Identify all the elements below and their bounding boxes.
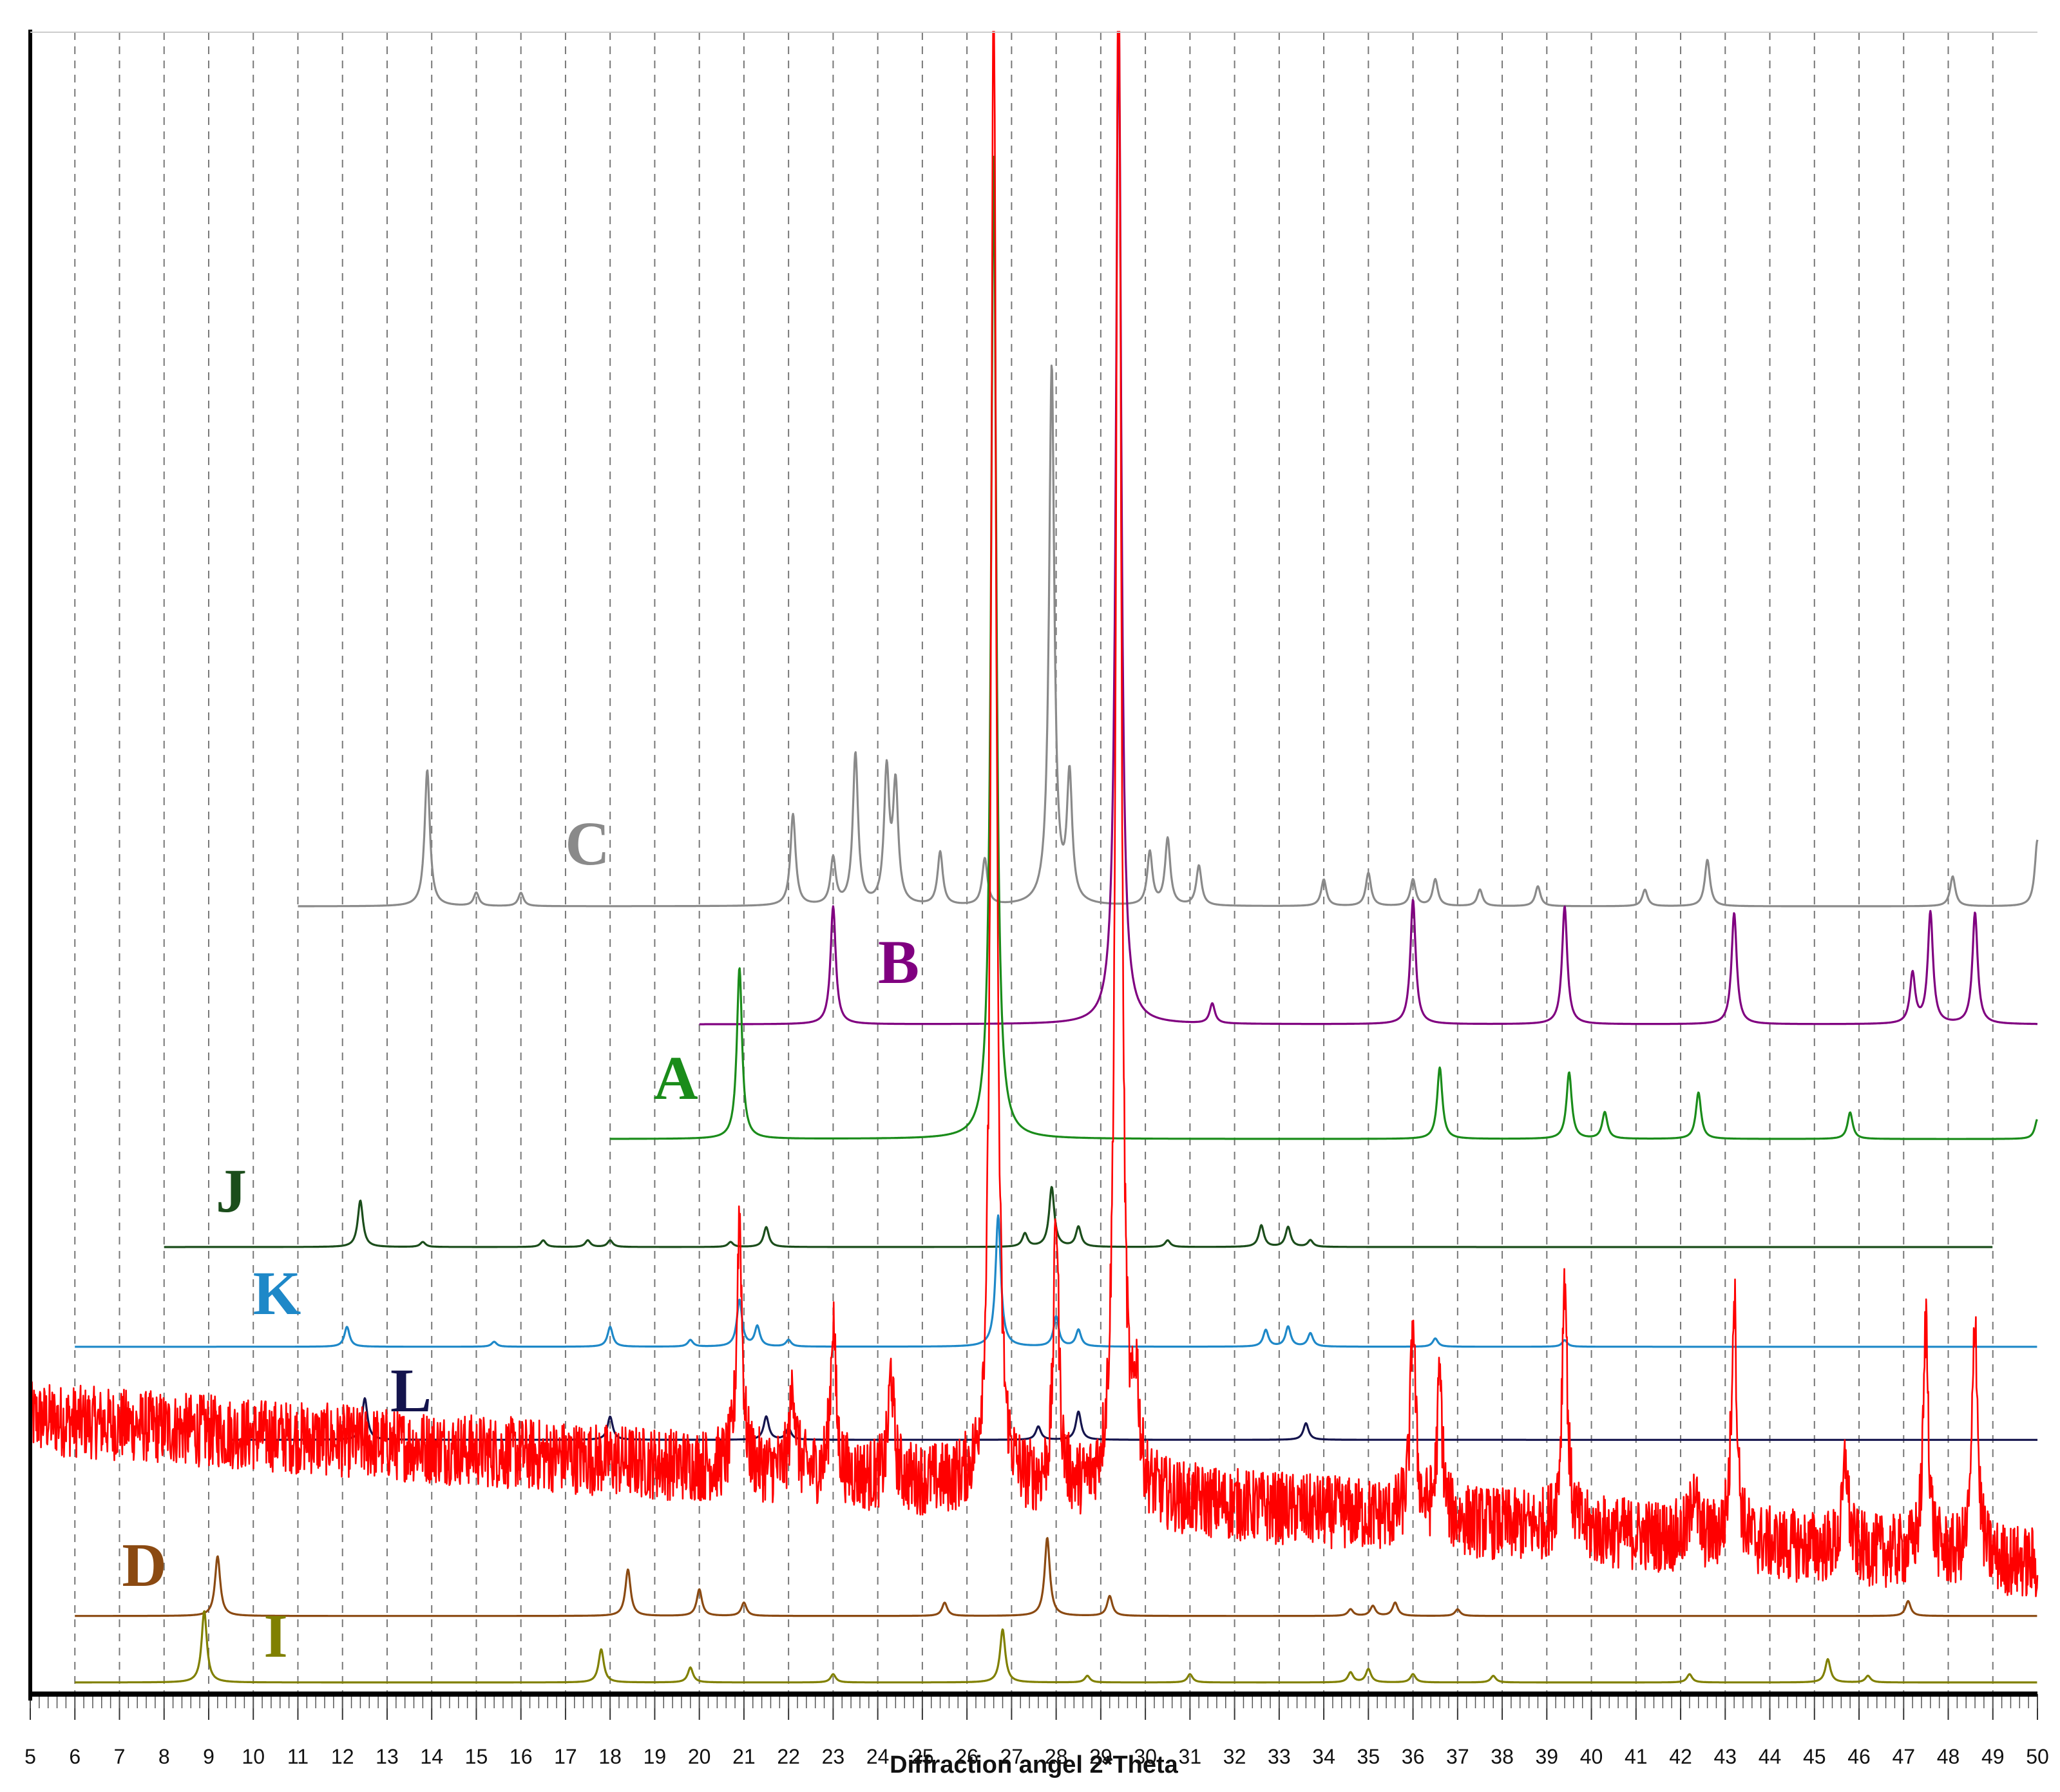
x-tick-label: 40 xyxy=(1580,1745,1603,1768)
x-tick-label: 21 xyxy=(732,1745,756,1768)
x-tick-label: 39 xyxy=(1536,1745,1559,1768)
series-label-a: A xyxy=(653,1044,698,1112)
x-tick-label: 46 xyxy=(1847,1745,1871,1768)
x-tick-label: 48 xyxy=(1937,1745,1960,1768)
x-tick-label: 6 xyxy=(69,1745,81,1768)
x-tick-label: 41 xyxy=(1625,1745,1648,1768)
series-label-c: C xyxy=(565,809,609,878)
x-tick-label: 42 xyxy=(1669,1745,1692,1768)
x-tick-label: 14 xyxy=(420,1745,443,1768)
x-axis-title: Diffraction angel 2*Theta xyxy=(890,1751,1178,1778)
series-group xyxy=(30,31,2039,1684)
x-tick-label: 43 xyxy=(1713,1745,1737,1768)
series-label-l: L xyxy=(390,1356,432,1425)
x-tick-label: 8 xyxy=(158,1745,170,1768)
x-tick-label: 38 xyxy=(1491,1745,1514,1768)
series-line-sample xyxy=(30,31,2039,1597)
x-tick-label: 13 xyxy=(376,1745,399,1768)
x-tick-label: 9 xyxy=(203,1745,215,1768)
series-label-i: I xyxy=(263,1601,287,1670)
x-tick-label: 50 xyxy=(2026,1745,2049,1768)
series-label-d: D xyxy=(122,1530,166,1599)
x-tick-label: 47 xyxy=(1892,1745,1915,1768)
x-tick-label: 20 xyxy=(688,1745,711,1768)
x-tick-label: 34 xyxy=(1312,1745,1335,1768)
x-tick-label: 17 xyxy=(554,1745,577,1768)
x-tick-label: 49 xyxy=(1981,1745,2005,1768)
x-tick-label: 36 xyxy=(1402,1745,1425,1768)
x-tick-label: 7 xyxy=(114,1745,126,1768)
x-tick-label: 12 xyxy=(331,1745,354,1768)
x-tick-label: 33 xyxy=(1268,1745,1291,1768)
x-tick-label: 5 xyxy=(24,1745,36,1768)
x-tick-label: 44 xyxy=(1759,1745,1782,1768)
series-line-c xyxy=(297,365,2039,908)
series-label-k: K xyxy=(253,1259,301,1328)
x-tick-label: 24 xyxy=(866,1745,890,1768)
x-tick-label: 45 xyxy=(1803,1745,1826,1768)
x-tick-label: 16 xyxy=(510,1745,533,1768)
series-label-j: J xyxy=(216,1156,247,1225)
x-tick-label: 22 xyxy=(777,1745,800,1768)
x-tick-label: 18 xyxy=(598,1745,622,1768)
x-tick-label: 23 xyxy=(822,1745,845,1768)
series-label-b: B xyxy=(878,928,919,996)
series-line-j xyxy=(164,1186,1993,1248)
x-tick-label: 19 xyxy=(644,1745,667,1768)
x-tick-label: 10 xyxy=(242,1745,265,1768)
x-tick-label: 11 xyxy=(287,1745,309,1768)
x-tick-label: 35 xyxy=(1357,1745,1380,1768)
xrd-chart: C B A JK L D I 5 6 7 8 9 10 11 12 13 14 15 16 17 18 19 20 21 22… xyxy=(24,30,2049,1778)
x-tick-label: 15 xyxy=(465,1745,488,1768)
x-tick-label: 37 xyxy=(1446,1745,1469,1768)
x-tick-label: 32 xyxy=(1223,1745,1246,1768)
x-tick-label: 31 xyxy=(1179,1745,1202,1768)
